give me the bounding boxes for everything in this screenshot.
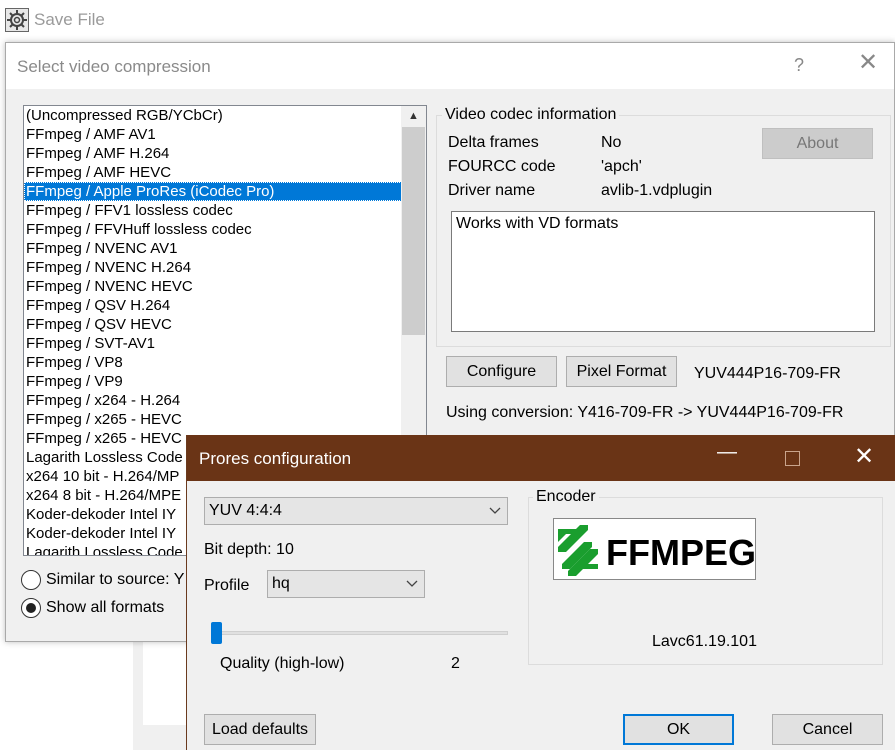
delta-frames-label: Delta frames	[448, 134, 539, 151]
save-file-title: Save File	[34, 10, 105, 29]
fourcc-label: FOURCC code	[448, 158, 556, 175]
configure-button[interactable]: Configure	[446, 356, 557, 387]
radio-show-all-formats[interactable]	[21, 598, 41, 618]
format-dropdown[interactable]: YUV 4:4:4	[204, 497, 508, 525]
profile-dropdown[interactable]: hq	[267, 570, 425, 598]
codec-list-item[interactable]: FFmpeg / AMF AV1	[24, 125, 402, 144]
ok-button[interactable]: OK	[623, 714, 734, 745]
fourcc-value: 'apch'	[601, 158, 642, 175]
save-file-titlebar	[0, 0, 895, 42]
help-button[interactable]: ?	[794, 55, 804, 76]
radio-similar-label: Similar to source: Y	[46, 571, 185, 588]
codec-list-item[interactable]: FFmpeg / Apple ProRes (iCodec Pro)	[24, 182, 402, 201]
codec-list-item[interactable]: FFmpeg / QSV HEVC	[24, 315, 402, 334]
prores-title: Prores configuration	[199, 449, 352, 468]
codec-list-item[interactable]: FFmpeg / AMF H.264	[24, 144, 402, 163]
pixel-format-value: YUV444P16-709-FR	[694, 365, 841, 382]
codec-list-item[interactable]: FFmpeg / NVENC H.264	[24, 258, 402, 277]
bit-depth-text: Bit depth: 10	[204, 541, 294, 558]
codec-list-item[interactable]: FFmpeg / NVENC AV1	[24, 239, 402, 258]
cancel-button[interactable]: Cancel	[772, 714, 883, 745]
codec-list-item[interactable]: FFmpeg / FFVHuff lossless codec	[24, 220, 402, 239]
codec-list-item[interactable]: FFmpeg / NVENC HEVC	[24, 277, 402, 296]
profile-value: hq	[272, 575, 290, 592]
codec-list-item[interactable]: FFmpeg / FFV1 lossless codec	[24, 201, 402, 220]
codec-list-item[interactable]: (Uncompressed RGB/YCbCr)	[24, 106, 402, 125]
codec-list-item[interactable]: FFmpeg / SVT-AV1	[24, 334, 402, 353]
chevron-down-icon	[489, 503, 501, 520]
codec-list-item[interactable]: FFmpeg / x264 - H.264	[24, 391, 402, 410]
gear-icon	[5, 8, 29, 32]
profile-label: Profile	[204, 577, 250, 594]
prores-config-dialog: Prores configuration — ✕ YUV 4:4:4 Bit d…	[186, 435, 895, 750]
maximize-icon	[785, 451, 800, 466]
minimize-icon[interactable]: —	[717, 441, 737, 464]
ffmpeg-logo: FFMPEG	[553, 518, 756, 580]
close-icon[interactable]: ✕	[854, 445, 874, 469]
format-value: YUV 4:4:4	[209, 502, 282, 519]
quality-slider-thumb[interactable]	[211, 622, 222, 644]
quality-slider-track[interactable]	[214, 631, 508, 635]
quality-value: 2	[451, 655, 460, 672]
radio-similar-to-source[interactable]	[21, 570, 41, 590]
codec-list-item[interactable]: FFmpeg / VP9	[24, 372, 402, 391]
radio-dot	[26, 603, 36, 613]
codec-list-item[interactable]: FFmpeg / x265 - HEVC	[24, 410, 402, 429]
load-defaults-button[interactable]: Load defaults	[204, 714, 316, 745]
quality-label: Quality (high-low)	[220, 655, 345, 672]
scroll-thumb[interactable]	[402, 127, 425, 335]
pixel-format-button[interactable]: Pixel Format	[566, 356, 677, 387]
driver-label: Driver name	[448, 182, 536, 199]
driver-value: avlib-1.vdplugin	[601, 182, 713, 199]
codec-list-item[interactable]: FFmpeg / QSV H.264	[24, 296, 402, 315]
chevron-down-icon	[406, 576, 418, 593]
codec-list-item[interactable]: FFmpeg / AMF HEVC	[24, 163, 402, 182]
svg-text:FFMPEG: FFMPEG	[606, 532, 756, 573]
about-button[interactable]: About	[762, 128, 873, 159]
delta-frames-value: No	[601, 134, 622, 151]
conversion-text: Using conversion: Y416-709-FR -> YUV444P…	[446, 404, 844, 421]
codec-info-title: Video codec information	[442, 106, 620, 124]
encoder-version: Lavc61.19.101	[652, 633, 757, 650]
encoder-title: Encoder	[533, 488, 599, 506]
scroll-up-icon[interactable]: ▲	[401, 106, 426, 127]
close-icon[interactable]: ✕	[858, 51, 878, 75]
radio-all-label: Show all formats	[46, 599, 165, 616]
dialog-title: Select video compression	[17, 57, 211, 76]
codec-description: Works with VD formats	[451, 211, 875, 332]
codec-list-item[interactable]: FFmpeg / VP8	[24, 353, 402, 372]
